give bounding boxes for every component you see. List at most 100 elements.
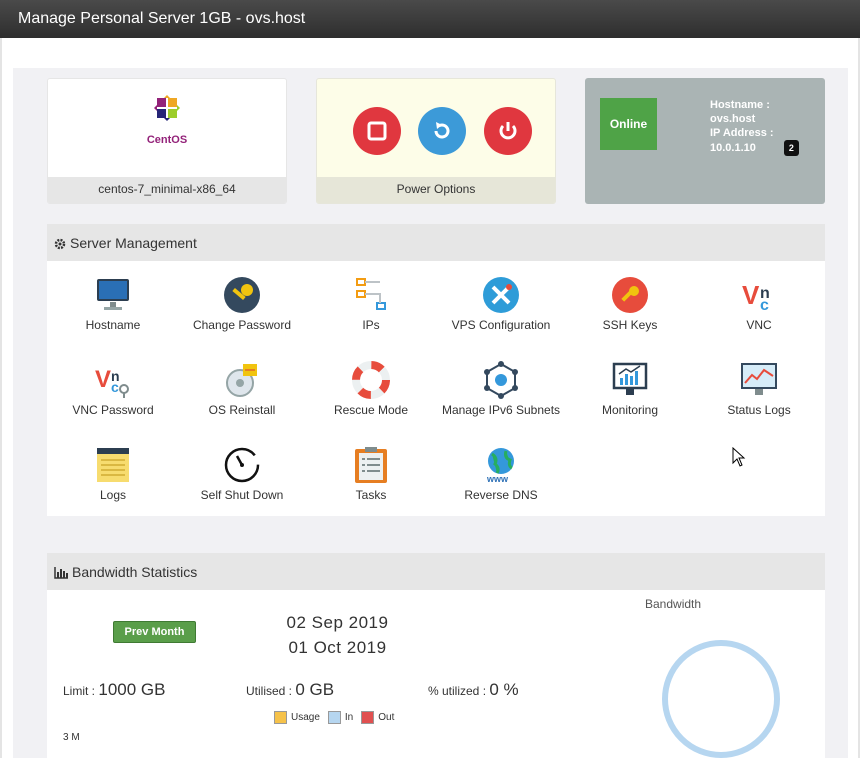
power-off-button[interactable] bbox=[484, 107, 532, 155]
tool-hostname[interactable]: Hostname bbox=[48, 276, 178, 332]
network-icon bbox=[484, 361, 518, 399]
tool-self-shut-down[interactable]: Self Shut Down bbox=[177, 446, 307, 502]
date-range: 02 Sep 2019 01 Oct 2019 bbox=[270, 610, 405, 660]
server-management-header: Server Management bbox=[47, 224, 825, 261]
legend-label: Usage bbox=[291, 712, 320, 724]
tool-logs[interactable]: Logs bbox=[48, 446, 178, 502]
svg-text:www: www bbox=[486, 474, 509, 484]
tool-os-reinstall[interactable]: OS Reinstall bbox=[177, 361, 307, 417]
tool-rescue-mode[interactable]: Rescue Mode bbox=[306, 361, 436, 417]
bandwidth-header: Bandwidth Statistics bbox=[47, 553, 825, 590]
key-icon bbox=[224, 277, 260, 313]
hostname-value: ovs.host bbox=[710, 113, 756, 125]
utilised-stat: Utilised : 0 GB bbox=[246, 680, 334, 700]
bandwidth-donut-chart bbox=[662, 640, 780, 758]
centos-logo-text: CentOS bbox=[146, 134, 188, 146]
svg-text:c: c bbox=[760, 297, 769, 314]
window-title: Manage Personal Server 1GB - ovs.host bbox=[18, 10, 306, 27]
percent-stat: % utilized : 0 % bbox=[428, 680, 519, 700]
percent-label: % utilized : bbox=[428, 684, 487, 698]
monitoring-icon bbox=[612, 362, 648, 395]
stop-icon bbox=[367, 121, 387, 141]
centos-logo-icon: CentOS bbox=[142, 95, 192, 146]
wrench-icon bbox=[483, 277, 519, 313]
tool-label: Tasks bbox=[355, 488, 387, 502]
mouse-cursor-icon bbox=[732, 446, 746, 472]
tool-label: Self Shut Down bbox=[200, 488, 284, 502]
tool-label: Rescue Mode bbox=[333, 403, 409, 417]
tool-label: IPs bbox=[362, 318, 380, 332]
limit-value: 1000 GB bbox=[98, 680, 166, 699]
lifebuoy-icon bbox=[352, 361, 390, 399]
ssh-key-icon bbox=[612, 277, 648, 313]
clipboard-icon bbox=[355, 447, 387, 483]
legend-label: Out bbox=[378, 712, 395, 724]
tool-label: Manage IPv6 Subnets bbox=[441, 403, 561, 417]
legend-label: In bbox=[344, 712, 354, 724]
limit-stat: Limit : 1000 GB bbox=[63, 680, 165, 700]
restart-icon bbox=[434, 122, 450, 139]
tool-label: VNC bbox=[746, 318, 772, 332]
online-status: Online bbox=[600, 98, 657, 150]
power-icon bbox=[499, 122, 517, 140]
tool-label: OS Reinstall bbox=[208, 403, 276, 417]
tool-tasks[interactable]: Tasks bbox=[306, 446, 436, 502]
ips-icon bbox=[356, 278, 386, 310]
tool-monitoring[interactable]: Monitoring bbox=[565, 361, 695, 417]
date-to: 01 Oct 2019 bbox=[288, 638, 387, 657]
hostname-label: Hostname : bbox=[710, 99, 770, 111]
notepad-icon bbox=[97, 448, 129, 482]
restart-button[interactable] bbox=[418, 107, 466, 155]
percent-value: 0 % bbox=[489, 680, 519, 699]
power-options-card: Power Options bbox=[316, 78, 556, 204]
limit-label: Limit : bbox=[63, 684, 96, 698]
tool-label: VPS Configuration bbox=[451, 318, 551, 332]
tool-label: Reverse DNS bbox=[464, 488, 538, 502]
window-title-bar: Manage Personal Server 1GB - ovs.host bbox=[0, 0, 860, 38]
tool-label: SSH Keys bbox=[602, 318, 658, 332]
power-options-label: Power Options bbox=[317, 177, 555, 203]
bandwidth-chart-title: Bandwidth bbox=[645, 597, 702, 611]
server-management-title: Server Management bbox=[70, 235, 197, 251]
tool-label: Logs bbox=[99, 488, 127, 502]
legend-swatch bbox=[361, 711, 375, 724]
tool-ips[interactable]: IPs bbox=[306, 276, 436, 332]
ip-value: 10.0.1.10 bbox=[710, 142, 756, 154]
monitor-icon bbox=[97, 279, 129, 310]
stop-button[interactable] bbox=[353, 107, 401, 155]
legend-in: In bbox=[327, 711, 354, 724]
prev-month-button[interactable]: Prev Month bbox=[113, 621, 196, 643]
tool-label: Status Logs bbox=[727, 403, 791, 417]
date-from: 02 Sep 2019 bbox=[286, 613, 389, 632]
bandwidth-title: Bandwidth Statistics bbox=[72, 564, 198, 580]
tool-change-password[interactable]: Change Password bbox=[177, 276, 307, 332]
svg-text:V: V bbox=[95, 366, 111, 393]
os-name: centos-7_minimal-x86_64 bbox=[48, 177, 286, 203]
vnc-icon: Vnc bbox=[742, 280, 770, 314]
bandwidth-legend: Usage In Out bbox=[274, 711, 394, 724]
ip-count-badge[interactable]: 2 bbox=[783, 140, 799, 156]
gear-icon bbox=[54, 238, 66, 250]
tool-manage-ipv6-subnets[interactable]: Manage IPv6 Subnets bbox=[436, 361, 566, 417]
tool-vnc-password[interactable]: Vnc VNC Password bbox=[48, 361, 178, 417]
svg-text:V: V bbox=[742, 280, 760, 310]
vnc-password-icon: Vnc bbox=[95, 366, 129, 398]
timer-icon bbox=[224, 447, 260, 483]
tool-vps-configuration[interactable]: VPS Configuration bbox=[436, 276, 566, 332]
tool-label: Change Password bbox=[192, 318, 292, 332]
tool-vnc[interactable]: Vnc VNC bbox=[694, 276, 824, 332]
legend-swatch bbox=[274, 711, 287, 724]
tool-label: VNC Password bbox=[72, 403, 154, 417]
globe-icon: www bbox=[486, 448, 514, 484]
host-info: Hostname : ovs.host IP Address : 10.0.1.… bbox=[710, 98, 820, 156]
tool-label: Hostname bbox=[85, 318, 141, 332]
utilised-value: 0 GB bbox=[295, 680, 335, 699]
bar-chart-icon bbox=[54, 567, 68, 579]
tool-reverse-dns[interactable]: www Reverse DNS bbox=[436, 446, 566, 502]
tool-status-logs[interactable]: Status Logs bbox=[694, 361, 824, 417]
os-reinstall-icon bbox=[226, 364, 257, 397]
legend-out: Out bbox=[361, 711, 394, 724]
legend-usage: Usage bbox=[274, 711, 320, 724]
svg-text:c: c bbox=[111, 379, 119, 395]
tool-ssh-keys[interactable]: SSH Keys bbox=[565, 276, 695, 332]
